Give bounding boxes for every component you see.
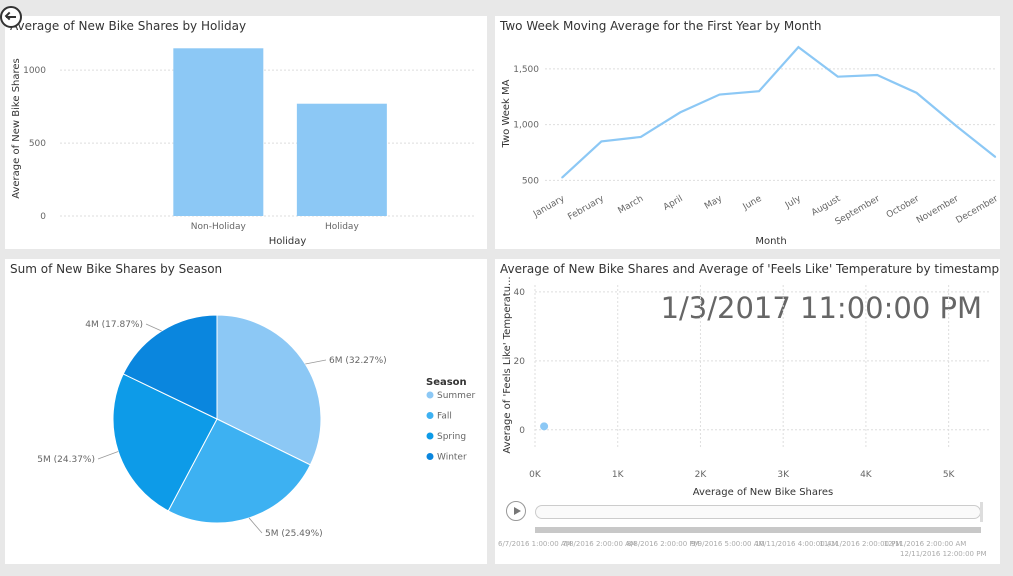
line-chart-svg: 500 1,000 1,500 January February March April Ma… [501, 45, 1000, 247]
scatter-y-axis-label: Average of 'Feels Like' Temperatu... [502, 276, 513, 453]
scatter-y-tick-label: 20 [514, 357, 526, 367]
pie-leader-line [97, 451, 119, 460]
line-series [561, 45, 997, 179]
pie-legend-title: Season [426, 377, 467, 388]
line-x-tick-label: April [662, 194, 685, 213]
play-axis-ruler [535, 527, 981, 533]
play-button[interactable] [506, 501, 526, 521]
line-x-tick-label: June [741, 194, 764, 213]
line-point [837, 75, 839, 78]
pie-legend-marker [426, 453, 434, 460]
scatter-x-tick-label: 3K [777, 470, 790, 480]
bar [173, 48, 264, 216]
scatter-y-tick-label: 40 [514, 288, 526, 298]
bar-x-tick-label: Holiday [325, 222, 360, 232]
line-point [797, 46, 800, 48]
line-y-tick-label: 1,500 [513, 65, 539, 75]
line-x-tick-label: February [566, 194, 606, 223]
line-x-tick-label: August [810, 194, 843, 219]
line-x-tick-label: January [531, 194, 567, 221]
scatter-x-tick-label: 0K [529, 470, 542, 480]
play-axis-label: 12/11/2016 12:00:00 PM [900, 550, 987, 558]
scatter-x-tick-label: 1K [612, 470, 625, 480]
pie-legend-label: Fall [437, 412, 452, 422]
play-axis-track[interactable] [535, 505, 981, 519]
pie-slice-label: 5M (25.49%) [265, 529, 323, 539]
line-x-tick-label: September [834, 194, 882, 228]
line-point [600, 140, 603, 143]
pie-legend-label: Spring [437, 432, 466, 442]
line-point [758, 90, 760, 92]
pie-legend-label: Summer [437, 391, 475, 401]
bar [296, 103, 387, 216]
pie-leader-line [248, 517, 263, 534]
line-x-tick-label: December [954, 194, 1000, 226]
bar-chart-svg: 0 500 1000 Non-Holiday Holiday Holiday Average… [11, 48, 475, 247]
bar-y-tick-label: 500 [29, 139, 46, 149]
play-axis-label: 9/9/2016 5:00:00 AM [690, 540, 765, 548]
line-x-axis-label: Month [755, 236, 786, 247]
bar-chart-panel[interactable]: Average of New Bike Shares by Holiday 05… [5, 16, 487, 249]
scatter-y-tick-label: 0 [519, 426, 525, 436]
line-point [876, 74, 878, 76]
pie-legend-label: Winter [437, 453, 467, 463]
back-arrow-icon[interactable] [0, 6, 22, 28]
line-x-tick-label: May [703, 194, 725, 212]
scatter-x-tick-label: 2K [695, 470, 708, 480]
pie-legend-marker [426, 412, 434, 419]
play-icon [514, 507, 521, 515]
play-axis-label: 6/7/2016 1:00:00 AM [498, 540, 572, 548]
line-point [561, 176, 563, 179]
pie-slice-label: 4M (17.87%) [85, 320, 143, 330]
play-axis-label: 7/8/2016 2:00:00 AM [562, 540, 636, 548]
play-axis-labels: 6/7/2016 1:00:00 AM 7/8/2016 2:00:00 AM 8/… [495, 540, 1000, 564]
scatter-x-tick-label: 4K [860, 470, 873, 480]
line-y-axis-label: Two Week MA [501, 79, 512, 148]
scatter-chart-panel[interactable]: Average of New Bike Shares and Average o… [495, 259, 1000, 564]
pie-chart-panel[interactable]: Sum of New Bike Shares by Season 6M (32.… [5, 259, 487, 564]
play-axis-label: 8/8/2016 2:00:00 PM [626, 540, 700, 548]
line-x-tick-label: March [617, 194, 646, 216]
pie-leader-line [145, 323, 162, 332]
bar-x-axis-label: Holiday [269, 236, 307, 247]
scatter-x-axis-label: Average of New Bike Shares [693, 487, 834, 498]
line-point [718, 93, 721, 96]
pie-leader-line [305, 359, 327, 365]
line-point [915, 92, 918, 94]
scatter-point [540, 422, 549, 431]
bar-y-tick-label: 1000 [23, 66, 46, 76]
line-y-tick-label: 1,000 [513, 121, 539, 131]
line-point [679, 111, 681, 114]
bar-x-tick-label: Non-Holiday [191, 222, 247, 232]
line-point [994, 156, 997, 158]
line-x-tick-label: July [783, 194, 803, 212]
pie-slice-label: 6M (32.27%) [329, 356, 387, 366]
bar-y-axis-label: Average of New Bike Shares [11, 58, 22, 199]
scatter-x-tick-label: 5K [943, 470, 956, 480]
pie-slice-label: 5M (24.37%) [37, 455, 95, 465]
line-point [640, 136, 642, 138]
pie-legend-marker [426, 391, 434, 399]
line-y-tick-label: 500 [522, 176, 539, 186]
line-chart-panel[interactable]: Two Week Moving Average for the First Ye… [495, 16, 1000, 249]
pie-chart-svg: 6M (32.27%) 5M (25.49%) 5M (24.37%) 4M (17.… [37, 314, 475, 539]
play-axis-handle[interactable] [980, 502, 983, 522]
line-x-tick-label: November [915, 194, 961, 226]
play-axis-label: 12/11/2016 2:00:00 AM [883, 540, 967, 548]
bar-y-tick-label: 0 [40, 212, 46, 222]
line-point [955, 124, 957, 127]
pie-legend-marker [426, 432, 434, 440]
